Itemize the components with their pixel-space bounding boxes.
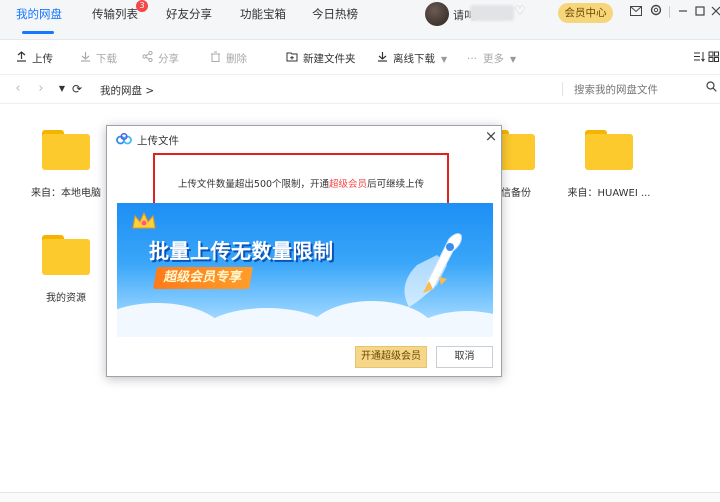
download-label: 下载 [96,53,117,65]
more-label: 更多 [483,53,504,65]
folder-icon [42,235,90,275]
delete-label: 删除 [226,53,247,65]
history-dropdown-icon[interactable]: ▼ [55,82,69,96]
delete-button[interactable]: 删除 [208,51,247,67]
tab-hot-list[interactable]: 今日热榜 [312,4,358,24]
folder-item[interactable]: 我的资源 [21,235,111,304]
folder-name: 我的资源 [46,293,86,304]
upload-label: 上传 [32,53,53,65]
message-text: 后可继续上传 [367,179,425,190]
upload-button[interactable]: 上传 [14,51,53,67]
vip-heart-icon[interactable]: ♡ [514,4,530,20]
trash-icon [208,51,222,67]
sort-icon[interactable] [693,51,706,67]
refresh-icon[interactable]: ⟳ [70,82,84,96]
message-text: 上传文件数量超出500个限制，开通 [177,179,330,190]
new-folder-icon [285,51,299,67]
upload-icon [14,51,28,67]
search-input[interactable] [574,82,714,98]
tab-label: 功能宝箱 [240,7,286,21]
status-bar [0,492,720,502]
highlight-box: 上传文件数量超出500个限制，开通超级会员后可继续上传 [153,153,449,209]
folder-icon [42,130,90,170]
download-button[interactable]: 下载 [78,51,117,67]
offline-download-label: 离线下载 [393,53,435,65]
path-bar: ‹ › ▼ ⟳ 我的网盘 > [0,76,720,104]
promo-banner[interactable]: 批量上传无数量限制 超级会员专享 [117,203,493,337]
tab-label: 我的网盘 [16,7,62,21]
banner-headline: 批量上传无数量限制 [149,239,334,263]
tab-friend-share[interactable]: 好友分享 [166,4,212,24]
transfer-count-badge: 3 [136,0,148,12]
dialog-title: 上传文件 [137,135,179,147]
download-icon [78,51,92,67]
grid-view-icon[interactable] [708,51,719,67]
search-icon[interactable] [706,81,718,95]
folder-item[interactable]: 来自：本地电脑 [21,130,111,199]
more-icon: ··· [466,53,477,65]
chevron-down-icon: ▼ [441,55,448,64]
tab-transfer-list[interactable]: 传输列表 3 [92,0,148,24]
divider [669,6,670,18]
breadcrumb[interactable]: 我的网盘 > [100,83,154,98]
toolbar: 上传 下载 分享 删除 新建文件夹 离线下载 ▼ ··· 更多 ▼ [0,41,720,75]
top-nav: 我的网盘 传输列表 3 好友分享 功能宝箱 今日热榜 请叫 ♡ 会员中心 [0,0,720,40]
banner-tag: 超级会员专享 [153,267,253,289]
mail-icon[interactable] [628,4,644,20]
offline-download-button[interactable]: 离线下载 ▼ [375,51,447,67]
open-super-vip-button[interactable]: 开通超级会员 [355,346,427,368]
crown-icon [132,211,156,229]
tab-label: 传输列表 [92,7,138,21]
rocket-icon [404,233,462,307]
forward-icon[interactable]: › [34,82,48,96]
share-label: 分享 [158,53,179,65]
new-folder-label: 新建文件夹 [303,53,356,65]
folder-name: 来自：本地电脑 [31,188,101,199]
share-button[interactable]: 分享 [140,50,179,67]
minimize-icon[interactable] [675,4,691,20]
back-icon[interactable]: ‹ [11,82,25,96]
username-redacted [470,5,514,21]
avatar[interactable] [425,2,449,26]
close-icon[interactable]: × [482,127,500,145]
vip-center-button[interactable]: 会员中心 [558,3,613,23]
tab-my-disk[interactable]: 我的网盘 [16,4,62,24]
maximize-icon[interactable] [692,4,708,20]
folder-icon [585,130,633,170]
baidu-netdisk-logo-icon [116,132,132,145]
folder-name: 来自：HUAWEI ... [567,188,651,199]
new-folder-button[interactable]: 新建文件夹 [285,51,356,67]
more-button[interactable]: ··· 更多 ▼ [465,51,516,67]
folder-item[interactable]: 来自：HUAWEI ... [564,130,654,199]
share-icon [140,50,154,67]
offline-download-icon [375,51,389,67]
cancel-button[interactable]: 取消 [436,346,493,368]
chevron-down-icon: ▼ [510,55,517,64]
super-vip-link[interactable]: 超级会员 [329,179,367,190]
limit-message: 上传文件数量超出500个限制，开通超级会员后可继续上传 [155,176,447,190]
settings-icon[interactable] [648,4,664,20]
active-tab-indicator [22,31,54,34]
close-window-icon[interactable] [708,4,720,20]
tab-label: 好友分享 [166,7,212,21]
divider [562,82,563,96]
tab-label: 今日热榜 [312,7,358,21]
tab-toolbox[interactable]: 功能宝箱 [240,4,286,24]
upload-limit-dialog: 上传文件 × 上传文件数量超出500个限制，开通超级会员后可继续上传 批量上传无… [106,125,502,377]
